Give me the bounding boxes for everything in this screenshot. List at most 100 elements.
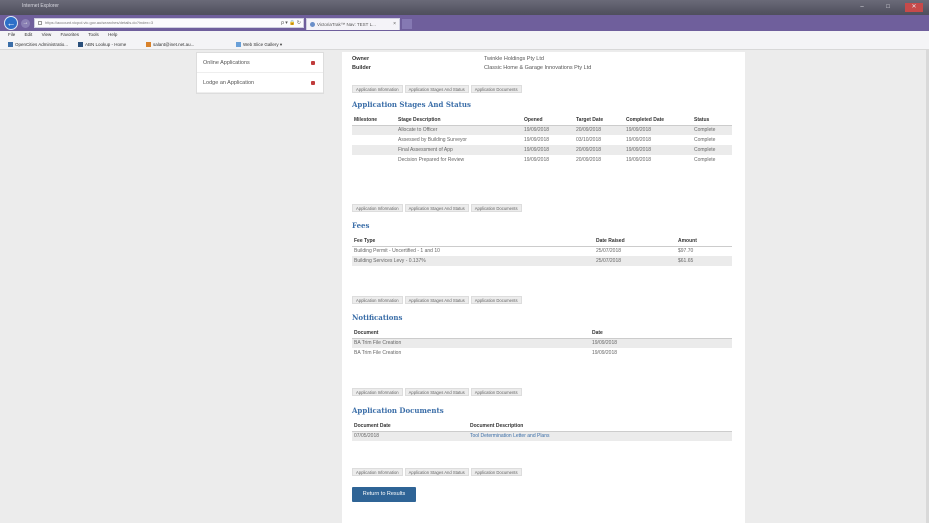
- documents-heading: Application Documents: [352, 406, 444, 415]
- section-tabs: Application Information Application Stag…: [352, 204, 522, 212]
- browser-navbar: ← → https://account.vicpol.vic.gov.au/se…: [0, 15, 929, 31]
- return-to-results-button[interactable]: Return to Results: [352, 487, 416, 502]
- section-tabs: Application Information Application Stag…: [352, 388, 522, 396]
- table-row: Allocate to Officer 19/09/2018 20/09/2018…: [352, 125, 732, 135]
- menu-file[interactable]: File: [8, 31, 15, 39]
- fees-table: Fee Type Date Raised Amount Building Per…: [352, 236, 732, 266]
- menu-favorites[interactable]: Favorites: [61, 31, 80, 39]
- column-header: Date Raised: [594, 236, 676, 247]
- table-row: Building Services Levy - 0.137% 25/07/201…: [352, 256, 732, 266]
- fees-heading: Fees: [352, 221, 370, 230]
- favorite-opencities[interactable]: OpenCities Administratio...: [8, 41, 68, 48]
- table-row: BA Trim File Creation 19/09/2018: [354, 350, 618, 356]
- tab-application-information[interactable]: Application Information: [352, 204, 403, 212]
- tab-application-information[interactable]: Application Information: [352, 296, 403, 304]
- tab-application-documents[interactable]: Application Documents: [470, 204, 522, 212]
- pin-icon: [311, 61, 315, 65]
- side-menu-label: Lodge an Application: [203, 80, 255, 86]
- tab-application-documents[interactable]: Application Documents: [470, 468, 522, 476]
- side-menu: Online Applications Lodge an Application: [196, 52, 324, 94]
- column-header: Completed Date: [624, 115, 692, 126]
- close-window-button[interactable]: ✕: [905, 3, 923, 12]
- tab-stages-and-status[interactable]: Application Stages And Status: [404, 296, 469, 304]
- section-tabs: Application Information Application Stag…: [352, 85, 522, 93]
- owner-value: Twinkle Holdings Pty Ltd: [484, 56, 544, 62]
- maximize-button[interactable]: □: [879, 3, 897, 12]
- table-header-row: Document Date Document Description: [352, 421, 732, 432]
- table-row: Assessed by Building Surveyor 19/09/2018…: [398, 137, 716, 143]
- minimize-button[interactable]: –: [853, 3, 871, 12]
- favorites-bar: OpenCities Administratio... ABN Lookup -…: [0, 39, 929, 50]
- table-row: Decision Prepared for Review 19/09/2018 2…: [398, 157, 716, 163]
- tab-application-information[interactable]: Application Information: [352, 388, 403, 396]
- pin-icon: [311, 81, 315, 85]
- menu-view[interactable]: View: [42, 31, 52, 39]
- favorite-abn-lookup[interactable]: ABN Lookup - Home: [78, 41, 126, 48]
- side-menu-lodge-application[interactable]: Lodge an Application: [197, 73, 323, 93]
- table-header-row: Fee Type Date Raised Amount: [352, 236, 732, 247]
- column-header: Document Description: [468, 421, 732, 432]
- stages-heading: Application Stages And Status: [352, 100, 471, 109]
- tab-close-icon[interactable]: ×: [393, 19, 396, 30]
- column-header: Fee Type: [352, 236, 594, 247]
- address-bar[interactable]: https://account.vicpol.vic.gov.au/search…: [34, 18, 304, 28]
- column-header: Document Date: [352, 421, 468, 432]
- tab-stages-and-status[interactable]: Application Stages And Status: [404, 468, 469, 476]
- tab-stages-and-status[interactable]: Application Stages And Status: [404, 204, 469, 212]
- builder-value: Classic Home & Garage Innovations Pty Lt…: [484, 65, 592, 71]
- application-details-panel: Owner Twinkle Holdings Pty Ltd Builder C…: [342, 52, 745, 523]
- browser-tab[interactable]: VictoriaTrak™ Nav: TEST L... ×: [306, 18, 400, 30]
- page-icon: [38, 21, 42, 25]
- documents-table: Document Date Document Description 07/05…: [352, 421, 732, 441]
- site-favicon-icon: [310, 22, 315, 27]
- column-header: Opened: [522, 115, 574, 126]
- forward-button[interactable]: →: [21, 19, 30, 28]
- favorite-label: ABN Lookup - Home: [85, 42, 127, 47]
- menu-edit[interactable]: Edit: [25, 31, 33, 39]
- favorite-icon: [8, 42, 13, 48]
- favorite-label: Web Slice Gallery ▾: [243, 42, 283, 47]
- favorite-label: salant@inet.net.au...: [153, 42, 195, 47]
- table-row: Final Assessment of App 19/09/2018 20/09/…: [352, 145, 732, 155]
- column-header: Status: [692, 115, 732, 126]
- column-header: Stage Description: [396, 115, 522, 126]
- table-row: 07/05/2018 Tool Determination Letter and…: [352, 431, 732, 441]
- window-controls: – □ ✕: [853, 3, 923, 12]
- favorite-web-slice-gallery[interactable]: Web Slice Gallery ▾: [236, 41, 282, 48]
- menu-tools[interactable]: Tools: [88, 31, 99, 39]
- owner-row: Owner Twinkle Holdings Pty Ltd: [352, 55, 544, 64]
- table-header-row: Document Date: [352, 328, 732, 339]
- url-text: https://account.vicpol.vic.gov.au/search…: [45, 20, 154, 25]
- side-menu-online-applications[interactable]: Online Applications: [197, 53, 323, 73]
- tab-application-documents[interactable]: Application Documents: [470, 388, 522, 396]
- menu-help[interactable]: Help: [108, 31, 117, 39]
- notifications-heading: Notifications: [352, 313, 403, 322]
- builder-label: Builder: [352, 65, 371, 71]
- tab-application-information[interactable]: Application Information: [352, 85, 403, 93]
- notifications-table: Document Date BA Trim File Creation 19/09…: [352, 328, 732, 358]
- new-tab-button[interactable]: [402, 19, 412, 29]
- column-header: Amount: [676, 236, 732, 247]
- menu-bar: File Edit View Favorites Tools Help: [0, 31, 929, 39]
- stages-table: Milestone Stage Description Opened Targe…: [352, 115, 732, 165]
- tab-application-documents[interactable]: Application Documents: [470, 85, 522, 93]
- favorite-icon: [236, 42, 241, 48]
- window-title: Internet Explorer: [22, 3, 59, 9]
- side-menu-label: Online Applications: [203, 60, 250, 66]
- application-summary: Owner Twinkle Holdings Pty Ltd Builder C…: [352, 55, 591, 73]
- address-bar-icons[interactable]: ρ ▾ 🔒 ↻: [281, 19, 301, 27]
- column-header: Date: [590, 328, 732, 339]
- tab-application-information[interactable]: Application Information: [352, 468, 403, 476]
- favorite-icon: [146, 42, 151, 48]
- tab-stages-and-status[interactable]: Application Stages And Status: [404, 388, 469, 396]
- document-link[interactable]: Tool Determination Letter and Plans: [468, 431, 732, 441]
- tab-stages-and-status[interactable]: Application Stages And Status: [404, 85, 469, 93]
- favorite-email[interactable]: salant@inet.net.au...: [146, 41, 194, 48]
- back-button[interactable]: ←: [4, 16, 18, 30]
- favorite-icon: [78, 42, 83, 48]
- section-tabs: Application Information Application Stag…: [352, 296, 522, 304]
- tab-application-documents[interactable]: Application Documents: [470, 296, 522, 304]
- table-row: BA Trim File Creation 19/09/2018: [352, 338, 732, 348]
- tab-title: VictoriaTrak™ Nav: TEST L...: [317, 22, 376, 27]
- window-titlebar: Internet Explorer – □ ✕: [0, 0, 929, 15]
